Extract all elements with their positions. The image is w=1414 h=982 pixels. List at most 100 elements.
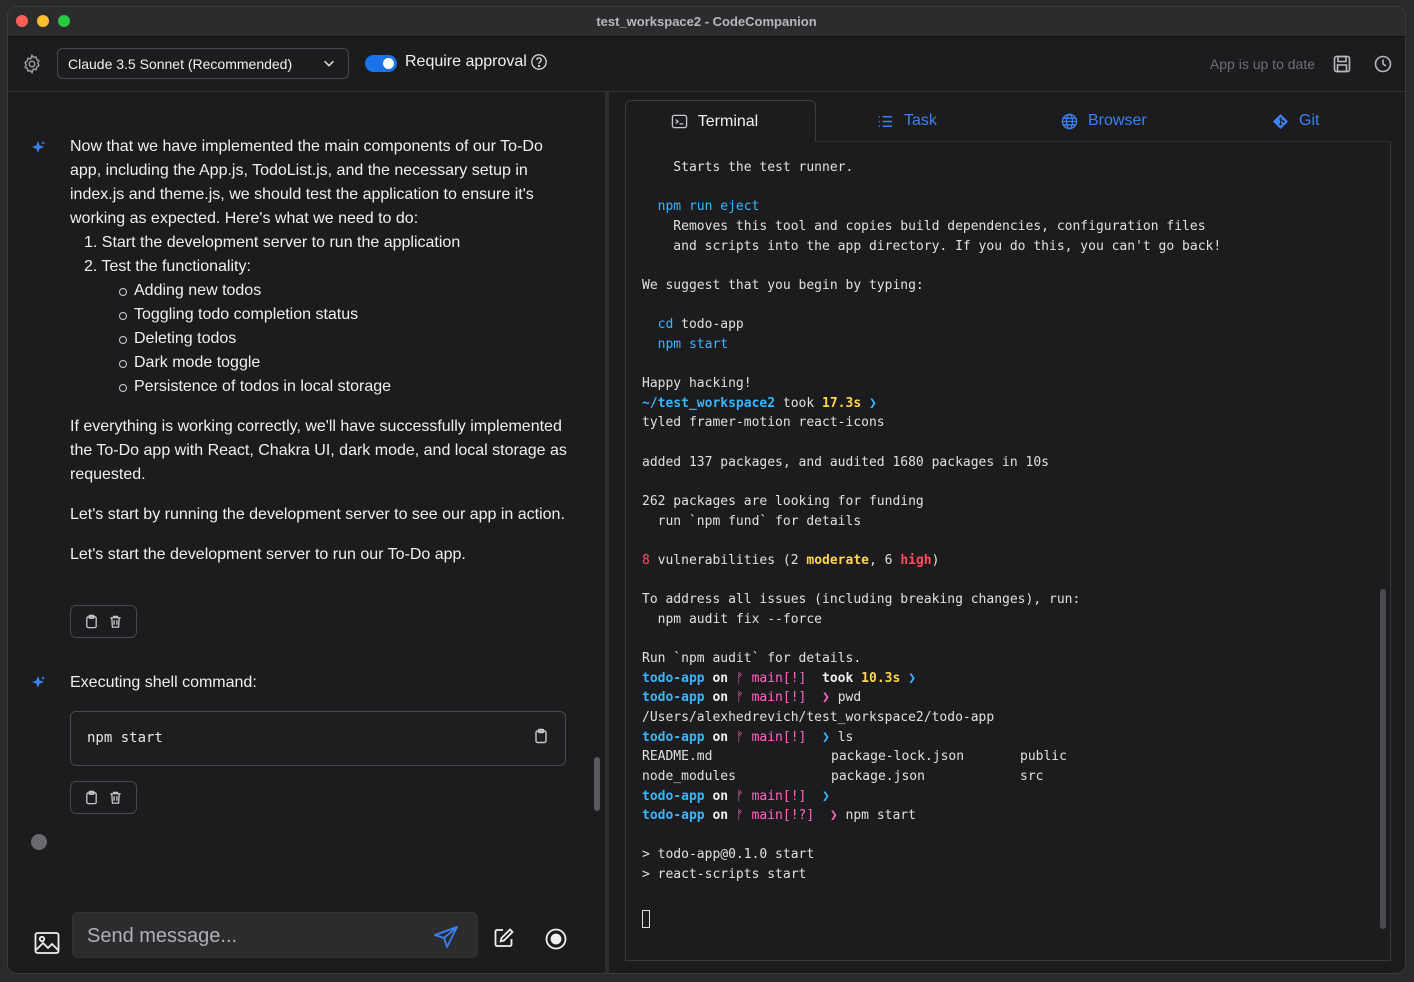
terminal-icon <box>671 114 688 129</box>
message-input-wrapper <box>72 912 478 958</box>
chat-scrollbar[interactable] <box>594 757 600 811</box>
require-approval-toggle[interactable] <box>365 55 397 72</box>
terminal-line: added 137 packages, and audited 1680 pac… <box>642 454 1049 470</box>
shell-command-block: npm start <box>70 711 566 766</box>
terminal-command: cd <box>657 317 674 333</box>
terminal-line: run `npm fund` for details <box>642 513 862 529</box>
assistant-sparkle-icon <box>32 141 45 153</box>
prompt-on: on <box>704 808 736 824</box>
shell-command-label: Executing shell command: <box>70 674 257 691</box>
trash-icon[interactable] <box>108 614 123 629</box>
stop-icon[interactable] <box>544 927 568 951</box>
model-select[interactable]: Claude 3.5 Sonnet (Recommended) <box>57 48 349 79</box>
history-icon[interactable] <box>1373 54 1393 74</box>
terminal-command: npm run eject <box>657 199 760 215</box>
prompt-dir: todo-app <box>642 788 705 804</box>
gear-icon[interactable] <box>21 53 43 75</box>
prompt-on: on <box>704 670 736 686</box>
shell-command-text: npm start <box>87 730 163 746</box>
message-paragraph: Let's start by running the development s… <box>70 506 565 523</box>
list-item: Deleting todos <box>70 327 570 351</box>
loading-indicator <box>31 834 47 850</box>
tab-label: Terminal <box>697 112 759 130</box>
prompt-dir: todo-app <box>642 808 705 824</box>
git-icon <box>1272 113 1289 129</box>
message-actions <box>70 781 137 814</box>
toolbar: Claude 3.5 Sonnet (Recommended) Require … <box>8 37 1405 92</box>
tab-label: Browser <box>1088 112 1147 129</box>
copy-icon[interactable] <box>533 728 549 744</box>
vuln-count: 8 <box>642 552 650 568</box>
prompt-arrow: ❯ <box>822 690 830 706</box>
prompt-branch: main[!] <box>751 690 807 706</box>
minimize-window-button[interactable] <box>37 15 49 27</box>
terminal-line: > todo-app@0.1.0 start <box>642 847 815 863</box>
list-item: 2. Test the functionality: <box>84 258 251 275</box>
tab-browser[interactable]: Browser <box>1061 100 1147 142</box>
close-window-button[interactable] <box>16 15 28 27</box>
save-icon[interactable] <box>1332 54 1352 74</box>
terminal-line: > react-scripts start <box>642 867 807 883</box>
terminal-line: README.md package-lock.json public <box>642 747 1221 767</box>
prompt-arrow: ❯ <box>829 808 838 824</box>
terminal-line: 262 packages are looking for funding <box>642 493 924 509</box>
prompt-arrow: ❯ <box>822 788 830 804</box>
send-icon[interactable] <box>433 925 459 949</box>
image-icon[interactable] <box>34 931 60 955</box>
terminal-prompt-line: todo-app on ᚠ main[!] ❯ ls <box>642 728 1221 748</box>
message-actions <box>70 605 137 638</box>
message-input[interactable] <box>87 921 417 951</box>
terminal-prompt-line: todo-app on ᚠ main[!] ❯ <box>642 787 1221 807</box>
terminal-line: /Users/alexhedrevich/test_workspace2/tod… <box>642 709 995 725</box>
terminal-output[interactable]: Starts the test runner. npm run eject Re… <box>625 142 1391 961</box>
help-icon[interactable] <box>530 53 548 71</box>
tab-terminal[interactable]: Terminal <box>625 100 816 142</box>
tab-label: Task <box>904 112 937 129</box>
terminal-scrollbar[interactable] <box>1380 589 1386 929</box>
prompt-arrow: ❯ <box>822 729 830 745</box>
list-item: 1. Start the development server to run t… <box>84 234 461 251</box>
prompt-duration: 17.3s <box>822 395 862 411</box>
trash-icon[interactable] <box>108 790 123 805</box>
vuln-moderate: moderate <box>806 552 869 568</box>
terminal-prompt-line: todo-app on ᚠ main[!] took 10.3s ❯ <box>642 669 1221 689</box>
edit-icon[interactable] <box>493 927 515 949</box>
prompt-took: took <box>822 670 862 686</box>
list-item: Persistence of todos in local storage <box>70 375 570 399</box>
ls-entry: node_modules <box>642 768 736 784</box>
terminal-text: ) <box>931 552 940 568</box>
maximize-window-button[interactable] <box>58 15 70 27</box>
terminal-line: and scripts into the app directory. If y… <box>642 238 1222 254</box>
copy-icon[interactable] <box>84 614 99 629</box>
tab-task[interactable]: Task <box>877 100 937 142</box>
vuln-high: high <box>900 552 932 568</box>
prompt-branch: main[!] <box>751 729 807 745</box>
ls-entry: package-lock.json <box>831 749 965 765</box>
ls-entry: README.md <box>642 749 713 765</box>
prompt-branch: main[!] <box>751 788 807 804</box>
terminal-command: pwd <box>837 690 862 706</box>
tab-git[interactable]: Git <box>1272 100 1319 142</box>
git-branch-icon: ᚠ <box>735 690 744 706</box>
terminal-command: npm start <box>845 808 916 824</box>
terminal-text: , 6 <box>869 552 901 568</box>
copy-icon[interactable] <box>84 790 99 805</box>
terminal-cursor <box>642 910 650 929</box>
prompt-dir: todo-app <box>642 690 705 706</box>
git-branch-icon: ᚠ <box>735 788 744 804</box>
window-controls <box>16 15 70 27</box>
terminal-line: npm run eject <box>642 197 1221 217</box>
terminal-line: We suggest that you begin by typing: <box>642 277 924 293</box>
list-item: Toggling todo completion status <box>70 303 570 327</box>
ls-entry: public <box>1020 749 1067 765</box>
terminal-prompt-line: todo-app on ᚠ main[!] ❯ pwd <box>642 688 1221 708</box>
list-icon <box>878 115 893 127</box>
